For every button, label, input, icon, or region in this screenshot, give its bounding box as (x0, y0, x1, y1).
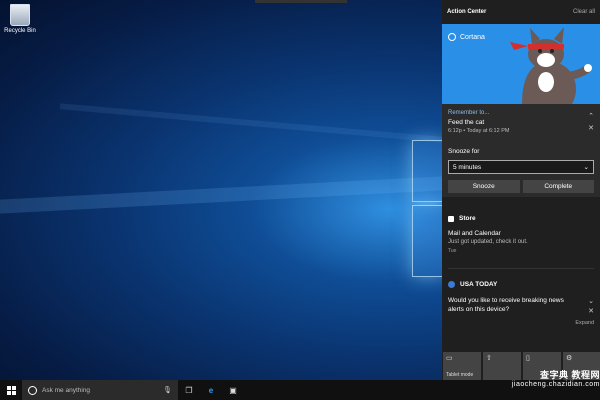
usa-today-app-name: USA TODAY (460, 281, 498, 288)
watermark: 查字典 教程网 jiaocheng.chazidian.com (460, 368, 600, 388)
light-beam (0, 176, 442, 214)
close-icon[interactable]: ✕ (588, 124, 594, 132)
reminder-text: Feed the cat (448, 119, 485, 126)
close-icon[interactable]: ✕ (588, 307, 594, 315)
cortana-banner: Cortana (442, 24, 600, 104)
store-header: Store (448, 215, 594, 222)
start-button[interactable] (0, 380, 22, 400)
edge-icon: e (208, 385, 214, 395)
windows-logo-pane (412, 140, 442, 202)
windows-logo-pane (412, 205, 442, 277)
chevron-down-icon: ⌄ (583, 164, 589, 171)
ninja-cat-illustration (510, 27, 592, 104)
chevron-up-icon[interactable]: ⌃ (588, 112, 594, 120)
store-icon: ▣ (229, 385, 237, 395)
recycle-bin-icon (10, 4, 30, 26)
usa-today-header: USA TODAY (448, 281, 594, 288)
store-notification-title: Mail and Calendar (448, 230, 501, 237)
store-button[interactable]: ▣ (222, 380, 244, 400)
connect-icon: ⇧ (486, 355, 492, 362)
windows-icon (6, 385, 16, 395)
microphone-icon[interactable]: 🎙 (163, 386, 172, 394)
snooze-button[interactable]: Snooze (448, 180, 520, 193)
snooze-label: Snooze for (448, 148, 480, 155)
expand-link[interactable]: Expand (442, 320, 600, 329)
cortana-icon (28, 385, 37, 395)
watermark-title: 查字典 教程网 (539, 370, 600, 380)
usa-today-icon (448, 281, 455, 288)
task-view-icon: ❐ (185, 385, 193, 395)
task-view-button[interactable]: ❐ (178, 380, 200, 400)
desktop-background: Recycle Bin (0, 0, 442, 380)
reminder-actions: Snooze Complete (448, 180, 594, 193)
complete-button[interactable]: Complete (522, 180, 594, 193)
cortana-app-name: Cortana (460, 33, 485, 41)
settings-icon: ⚙ (566, 355, 573, 362)
cortana-reminder-card[interactable]: Remember to... Feed the cat 6:12p • Toda… (442, 104, 600, 197)
reminder-heading: Remember to... (448, 110, 490, 116)
edge-button[interactable]: e (200, 380, 222, 400)
reminder-time: 6:12p • Today at 6:12 PM (448, 128, 510, 134)
store-notification[interactable]: Store Mail and Calendar Just got updated… (442, 209, 600, 260)
snooze-duration-select[interactable]: 5 minutes ⌄ (448, 160, 594, 174)
divider (448, 268, 594, 269)
action-center-title: Action Center (447, 9, 487, 15)
chevron-down-icon[interactable]: ⌄ (588, 297, 594, 305)
usa-today-notification-body: Would you like to receive breaking news … (448, 297, 564, 313)
window-edge (255, 0, 347, 3)
recycle-bin-label: Recycle Bin (4, 28, 36, 34)
cortana-header: Cortana (448, 33, 485, 41)
watermark-url: jiaocheng.chazidian.com (511, 381, 600, 388)
cortana-search-box[interactable]: Ask me anything 🎙 (22, 380, 178, 400)
action-center-header: Action Center Clear all (442, 0, 600, 24)
clear-all-link[interactable]: Clear all (573, 9, 595, 15)
store-icon (448, 215, 454, 222)
store-notification-time: Tue (448, 248, 457, 254)
snooze-duration-value: 5 minutes (453, 163, 482, 171)
search-placeholder: Ask me anything (42, 386, 91, 394)
action-center-panel: Action Center Clear all Cortana Remember… (442, 0, 600, 380)
usa-today-notification[interactable]: USA TODAY Would you like to receive brea… (442, 275, 600, 320)
tablet-mode-icon: ▭ (446, 355, 453, 362)
cortana-icon (448, 33, 456, 41)
light-beam (60, 103, 442, 143)
note-icon: ▯ (526, 355, 530, 362)
store-app-name: Store (459, 215, 476, 222)
store-notification-body: Just got updated, check it out. (448, 239, 528, 245)
desktop-icon-recycle-bin[interactable]: Recycle Bin (2, 4, 38, 34)
